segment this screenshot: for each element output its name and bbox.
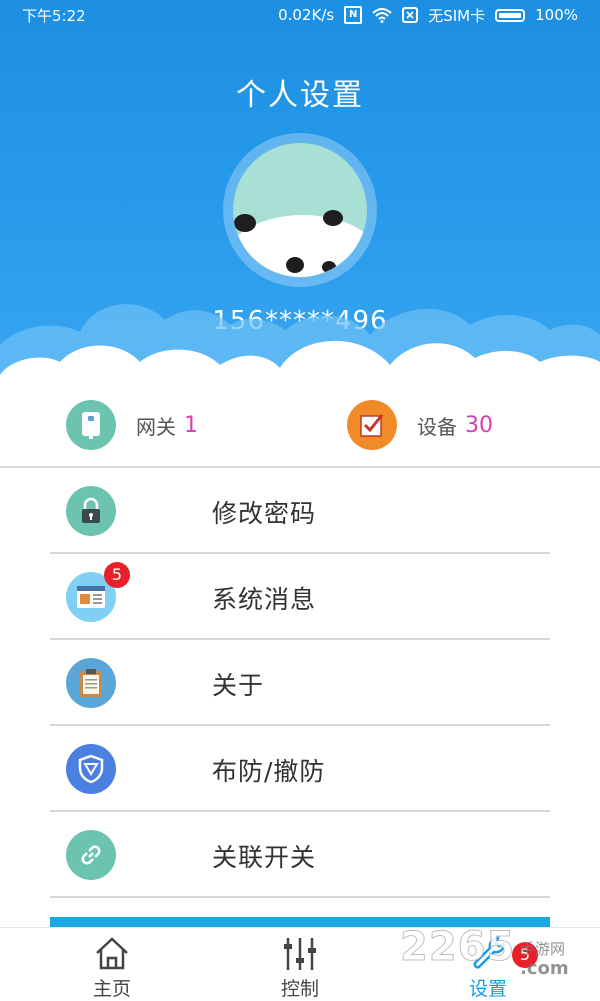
status-time: 下午5:22: [22, 6, 86, 25]
nfc-icon: N: [344, 6, 363, 24]
battery-icon: [495, 8, 526, 22]
gateway-stat[interactable]: 网关 1: [66, 400, 198, 450]
watermark-number: 2265: [399, 924, 516, 971]
watermark-text: 手游网: [520, 940, 566, 958]
clipboard-icon: [66, 658, 116, 708]
home-icon: [96, 937, 128, 970]
status-right: 0.02K/s N 无SIM卡 100%: [278, 5, 578, 26]
sim-icon: [402, 7, 419, 23]
message-badge: 5: [104, 562, 130, 588]
menu-item-system-messages[interactable]: 5 系统消息: [50, 554, 550, 640]
menu-label-about: 关于: [212, 671, 265, 700]
profile-header: 下午5:22 0.02K/s N 无SIM卡 100% 个人设置 156****…: [0, 0, 600, 420]
watermark-domain: .com: [520, 958, 569, 979]
menu-label-system-messages: 系统消息: [212, 585, 317, 614]
device-count: 30: [465, 412, 493, 438]
shield-icon: [66, 744, 116, 794]
checkbox-icon: [347, 400, 397, 450]
gateway-count: 1: [184, 412, 198, 438]
status-bar: 下午5:22 0.02K/s N 无SIM卡 100%: [0, 0, 600, 30]
menu-label-linked-switch: 关联开关: [212, 843, 317, 872]
lock-icon: [66, 486, 116, 536]
avatar[interactable]: [233, 143, 367, 277]
panda-avatar-image: [233, 210, 367, 277]
menu-item-about[interactable]: 关于: [50, 640, 550, 726]
menu-item-change-password[interactable]: 修改密码: [50, 468, 550, 554]
menu-label-change-password: 修改密码: [212, 499, 317, 528]
page-title: 个人设置: [236, 78, 364, 113]
device-label: 设备: [417, 414, 457, 439]
menu-item-linked-switch[interactable]: 关联开关: [50, 812, 550, 898]
sim-status: 无SIM卡: [428, 6, 486, 25]
tab-home[interactable]: 主页: [52, 928, 172, 1001]
gateway-icon: [66, 400, 116, 450]
tab-control[interactable]: 控制: [240, 928, 360, 1001]
network-speed: 0.02K/s: [278, 6, 335, 24]
menu-item-arm-disarm[interactable]: 布防/撤防: [50, 726, 550, 812]
gateway-label: 网关: [136, 414, 176, 439]
stats-row: 网关 1 设备 30: [0, 400, 600, 468]
menu-label-arm-disarm: 布防/撤防: [212, 757, 326, 786]
tab-home-label: 主页: [92, 978, 131, 1000]
settings-menu: 修改密码 5 系统消息 关于 布防/撤防 关联开关: [50, 468, 550, 898]
link-icon: [66, 830, 116, 880]
device-stat[interactable]: 设备 30: [347, 400, 493, 450]
battery-level: 100%: [535, 6, 578, 24]
sliders-icon: [284, 938, 316, 970]
wifi-icon: [372, 8, 392, 23]
tab-control-label: 控制: [280, 978, 319, 1000]
